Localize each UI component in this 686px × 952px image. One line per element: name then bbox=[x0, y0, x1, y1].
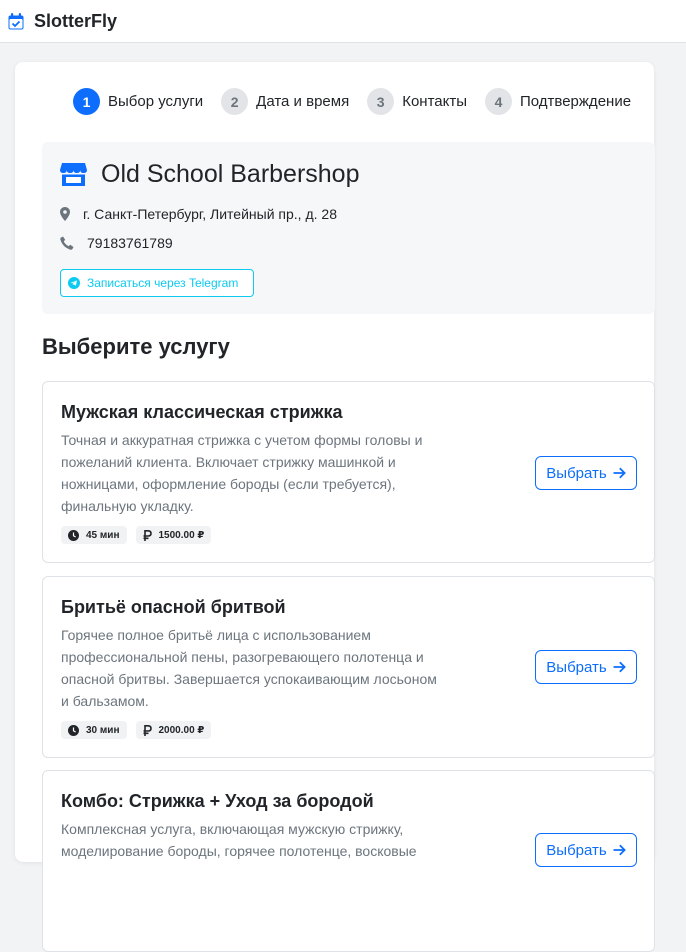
map-marker-icon bbox=[60, 207, 70, 221]
select-button-label: Выбрать bbox=[546, 464, 607, 482]
price-text: 2000.00 ₽ bbox=[158, 724, 205, 736]
service-name: Мужская классическая стрижка bbox=[61, 402, 343, 422]
step-label: Контакты bbox=[402, 93, 467, 110]
duration-badge: 30 мин bbox=[61, 721, 127, 739]
service-description: Комплексная услуга, включающая мужскую с… bbox=[61, 821, 417, 859]
step-number: 4 bbox=[485, 88, 512, 115]
step-label: Подтверждение bbox=[520, 93, 632, 110]
select-button-label: Выбрать bbox=[546, 841, 607, 859]
step-number: 2 bbox=[221, 88, 249, 115]
service-card: Мужская классическая стрижка Точная и ак… bbox=[42, 381, 655, 563]
price-badge: 2000.00 ₽ bbox=[135, 721, 212, 739]
shop-header: Old School Barbershop bbox=[60, 160, 359, 189]
service-card: Комбо: Стрижка + Уход за бородой Комплек… bbox=[42, 770, 655, 952]
shop-name: Old School Barbershop bbox=[101, 160, 360, 188]
service-name: Комбо: Стрижка + Уход за бородой bbox=[61, 791, 374, 811]
brand-link[interactable]: SlotterFly bbox=[8, 11, 117, 32]
shop-info: Old School Barbershop г. Санкт-Петербург… bbox=[42, 142, 655, 314]
brand-name: SlotterFly bbox=[34, 10, 118, 31]
booking-card: 1 Выбор услуги 2 Дата и время 3 Контакты… bbox=[15, 62, 655, 952]
step-service[interactable]: 1 Выбор услуги bbox=[73, 88, 203, 115]
service-description: Горячее полное бритьё лица с использован… bbox=[61, 627, 437, 709]
select-service-button[interactable]: Выбрать bbox=[535, 833, 637, 867]
ruble-icon bbox=[143, 724, 152, 736]
service-name: Бритьё опасной бритвой bbox=[61, 597, 286, 617]
telegram-booking-button[interactable]: Записаться через Telegram bbox=[60, 269, 254, 297]
step-number: 1 bbox=[73, 88, 100, 115]
step-label: Выбор услуги bbox=[108, 93, 204, 110]
service-meta: 30 мин 2000.00 ₽ bbox=[61, 721, 212, 739]
phone-row: 79183761789 bbox=[60, 235, 173, 251]
service-description: Точная и аккуратная стрижка с учетом фор… bbox=[61, 432, 423, 514]
address-row: г. Санкт-Петербург, Литейный пр., д. 28 bbox=[60, 206, 337, 222]
clock-icon bbox=[68, 724, 79, 736]
telegram-icon bbox=[68, 277, 80, 289]
step-contacts[interactable]: 3 Контакты bbox=[367, 88, 467, 115]
arrow-right-icon bbox=[613, 467, 626, 479]
service-meta: 45 мин 1500.00 ₽ bbox=[61, 526, 212, 544]
calendar-check-icon bbox=[8, 12, 24, 30]
navbar: SlotterFly bbox=[0, 0, 686, 43]
phone-icon bbox=[60, 236, 74, 250]
step-confirmation[interactable]: 4 Подтверждение bbox=[485, 88, 631, 115]
booking-steps: 1 Выбор услуги 2 Дата и время 3 Контакты… bbox=[73, 88, 649, 115]
clock-icon bbox=[68, 529, 79, 541]
ruble-icon bbox=[143, 529, 152, 541]
step-label: Дата и время bbox=[256, 93, 350, 110]
arrow-right-icon bbox=[613, 844, 626, 856]
price-text: 1500.00 ₽ bbox=[158, 529, 205, 541]
step-number: 3 bbox=[367, 88, 395, 115]
arrow-right-icon bbox=[613, 661, 626, 673]
shop-address: г. Санкт-Петербург, Литейный пр., д. 28 bbox=[83, 206, 337, 222]
duration-text: 30 мин bbox=[86, 724, 120, 736]
duration-text: 45 мин bbox=[86, 529, 120, 541]
select-button-label: Выбрать bbox=[546, 658, 607, 676]
step-datetime[interactable]: 2 Дата и время bbox=[221, 88, 349, 115]
section-title: Выберите услугу bbox=[42, 334, 230, 359]
shop-phone[interactable]: 79183761789 bbox=[87, 235, 173, 251]
price-badge: 1500.00 ₽ bbox=[135, 526, 212, 544]
store-icon bbox=[60, 162, 87, 187]
select-service-button[interactable]: Выбрать bbox=[535, 650, 637, 684]
duration-badge: 45 мин bbox=[61, 526, 127, 544]
service-card: Бритьё опасной бритвой Горячее полное бр… bbox=[42, 576, 655, 758]
select-service-button[interactable]: Выбрать bbox=[535, 456, 637, 490]
telegram-button-label: Записаться через Telegram bbox=[87, 276, 239, 290]
